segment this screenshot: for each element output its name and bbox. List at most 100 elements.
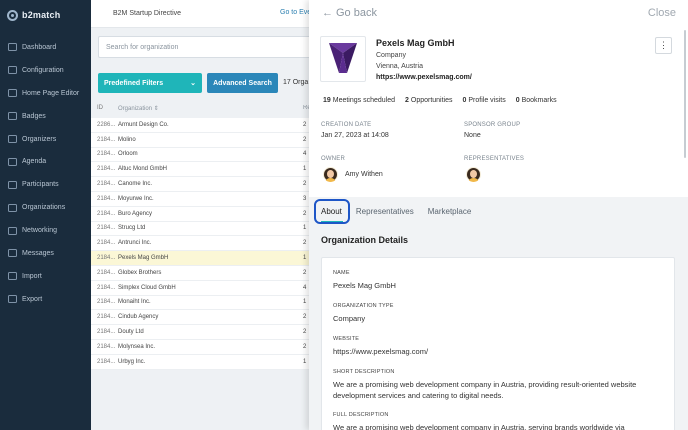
organization-logo [320,36,366,82]
row-organization: Canome Inc. [118,181,153,188]
table-row[interactable]: 2184... Canome Inc. 2 [91,177,311,192]
badges-icon [8,112,17,121]
sidebar-item-label: Messages [22,249,54,257]
tab-representatives[interactable]: Representatives [349,200,421,222]
predefined-filters-dropdown[interactable]: Predefined Filters ⌄ [98,73,202,93]
more-options-button[interactable]: ⋮ [655,37,672,54]
agenda-icon [8,157,17,166]
tab-marketplace[interactable]: Marketplace [421,200,479,222]
table-row[interactable]: 2184... Douty Ltd 2 [91,325,311,340]
stat-meetings-scheduled: 19 Meetings scheduled [323,97,395,104]
column-organization[interactable]: Organization ⇕ [118,105,303,112]
sidebar-item-label: Organizations [22,204,66,212]
row-id: 2184... [97,136,116,143]
row-id: 2184... [97,284,116,291]
row-id: 2184... [97,343,116,350]
messages-icon [8,249,17,258]
column-organization-label: Organization [118,105,153,112]
table-row[interactable]: 2184... Molino 2 [91,132,311,148]
sidebar-item-configuration[interactable]: Configuration [0,59,91,82]
row-organization: Armunt Design Co. [118,121,169,128]
table-row[interactable]: 2184... Simplex Cloud GmbH 4 [91,280,311,296]
table-row[interactable]: 2184... Altuc Mond GmbH 1 [91,162,311,178]
chevron-down-icon: ⌄ [190,80,196,87]
sort-icon: ⇕ [153,105,159,112]
sidebar-item-export[interactable]: Export [0,288,91,311]
sidebar-item-label: Home Page Editor [22,89,80,97]
go-back-button[interactable]: ← Go back [322,7,377,19]
row-organization: Orloom [118,151,138,158]
organization-type-label: ORGANIZATION TYPE [333,303,394,309]
owner-avatar[interactable] [323,167,338,182]
organization-drawer: ← Go back Close Pexels Mag GmbH Company … [309,0,688,430]
table-row[interactable]: 2184... Cindub Agency 2 [91,310,311,326]
stat-label: Bookmarks [521,97,557,104]
sidebar-item-messages[interactable]: Messages [0,242,91,265]
stat-label: Meetings scheduled [332,97,396,104]
column-id[interactable]: ID [91,105,118,111]
row-organization: Strucg Ltd [118,225,146,232]
organization-location: Vienna, Austria [376,63,423,70]
table-row[interactable]: 2184... Orloom 4 [91,147,311,163]
row-id: 2184... [97,166,116,173]
table-row[interactable]: 2184... Antrunci Inc. 2 [91,236,311,252]
brand-name: b2match [22,10,61,20]
organizers-icon [8,135,17,143]
table-row[interactable]: 2184... Urbyg Inc. 1 [91,354,311,370]
sidebar-item-label: Networking [22,227,58,235]
row-id: 2184... [97,181,116,188]
sidebar-item-participants[interactable]: Participants [0,173,91,196]
organization-type-value: Company [333,314,366,323]
sidebar-item-label: Dashboard [22,43,57,51]
sidebar-item-badges[interactable]: Badges [0,105,91,128]
row-id: 2184... [97,225,116,232]
sidebar-item-networking[interactable]: Networking [0,219,91,242]
row-organization: Cindub Agency [118,314,159,321]
table-row[interactable]: 2184... Monaiht Inc. 1 [91,295,311,311]
focus-highlight-ring [314,199,350,224]
sidebar-item-label: Import [22,272,42,280]
pexels-mag-logo-icon [329,43,357,73]
organizations-count: 17 Orga [283,79,309,86]
sidebar-item-dashboard[interactable]: Dashboard [0,36,91,59]
sponsor-group-label: SPONSOR GROUP [464,122,521,128]
table-row[interactable]: 2184... Buro Agency 2 [91,206,311,222]
row-id: 2286... [97,121,116,128]
website-value[interactable]: https://www.pexelsmag.com/ [333,346,663,357]
go-to-event-link[interactable]: Go to Eve [280,9,311,16]
sidebar-item-organizers[interactable]: Organizers [0,128,91,151]
search-input[interactable]: Search for organization [98,36,318,58]
table-row[interactable]: 2286... Armunt Design Co. 2 [91,118,311,133]
sidebar-item-agenda[interactable]: Agenda [0,150,91,173]
close-button[interactable]: Close [648,7,676,19]
table-row[interactable]: 2184... Globex Brothers 2 [91,265,311,281]
table-row[interactable]: 2184... Moyurwe Inc. 3 [91,191,311,207]
row-organization: Antrunci Inc. [118,240,152,247]
representative-avatar[interactable] [466,167,481,182]
stat-label: Profile visits [468,97,506,104]
stat-count: 2 [405,97,409,104]
table-body: 2286... Armunt Design Co. 2 2184... Molino 2 2… [91,118,311,370]
go-back-label: Go back [336,7,377,19]
row-id: 2184... [97,269,116,276]
advanced-search-button[interactable]: Advanced Search [207,73,278,93]
configuration-icon [8,66,17,75]
row-id: 2184... [97,314,116,321]
short-description-value: We are a promising web development compa… [333,380,637,400]
drawer-scrollbar[interactable] [684,30,686,158]
participants-icon [8,180,17,189]
sidebar-item-home-page-editor[interactable]: Home Page Editor [0,82,91,105]
row-organization: Douty Ltd [118,329,144,336]
table-row[interactable]: 2184... Molynsea Inc. 2 [91,339,311,355]
table-row[interactable]: 2184... Pexels Mag GmbH 1 [91,251,311,266]
sidebar-item-import[interactable]: Import [0,265,91,288]
sidebar-item-organizations[interactable]: Organizations [0,196,91,219]
row-id: 2184... [97,299,116,306]
predefined-filters-label: Predefined Filters [104,79,164,87]
row-organization: Urbyg Inc. [118,358,146,365]
brand-logo[interactable]: b2match [0,0,91,30]
organization-website-link[interactable]: https://www.pexelsmag.com/ [376,74,472,81]
table-row[interactable]: 2184... Strucg Ltd 1 [91,221,311,237]
row-id: 2184... [97,210,116,217]
drawer-top-bar: ← Go back Close [309,0,688,26]
